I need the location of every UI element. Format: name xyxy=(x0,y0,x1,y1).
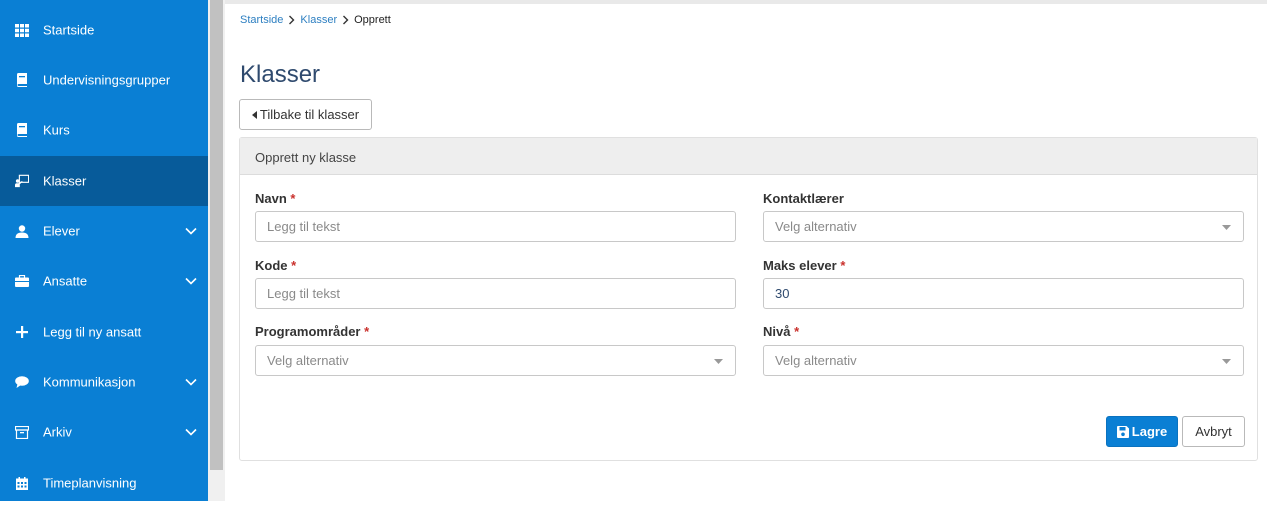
sidebar: Startside Undervisningsgrupper Kurs Klas… xyxy=(0,0,208,501)
sidebar-item-label: Klasser xyxy=(43,173,87,189)
chevron-down-icon[interactable] xyxy=(185,378,197,386)
sidebar-item-startside[interactable]: Startside xyxy=(0,5,208,55)
breadcrumb-home-link[interactable]: Startside xyxy=(240,14,283,26)
name-input[interactable]: Legg til tekst xyxy=(255,211,736,242)
breadcrumb: Startside Klasser Opprett xyxy=(240,14,391,26)
cancel-button-label: Avbryt xyxy=(1195,424,1232,439)
sidebar-item-undervisningsgrupper[interactable]: Undervisningsgrupper xyxy=(0,55,208,105)
name-label: Navn * xyxy=(255,191,295,206)
sidebar-item-ansatte[interactable]: Ansatte xyxy=(0,256,208,306)
required-mark: * xyxy=(840,258,846,273)
top-divider xyxy=(225,0,1267,4)
sidebar-item-kommunikasjon[interactable]: Kommunikasjon xyxy=(0,357,208,407)
max-students-label: Maks elever * xyxy=(763,258,845,273)
sidebar-item-arkiv[interactable]: Arkiv xyxy=(0,407,208,457)
required-mark: * xyxy=(290,191,296,206)
level-select-placeholder: Velg alternativ xyxy=(775,353,857,368)
code-label: Kode * xyxy=(255,258,296,273)
programs-label: Programområder * xyxy=(255,324,369,339)
contact-teacher-label: Kontaktlærer xyxy=(763,191,844,206)
name-label-text: Navn xyxy=(255,191,287,206)
plus-icon xyxy=(15,325,29,339)
sidebar-item-label: Legg til ny ansatt xyxy=(43,324,142,340)
sidebar-item-label: Kurs xyxy=(43,122,70,138)
sidebar-item-label: Kommunikasjon xyxy=(43,374,136,390)
book-icon xyxy=(15,123,29,137)
classroom-icon xyxy=(15,174,29,188)
create-class-panel: Opprett ny klasse Navn * Legg til tekst … xyxy=(239,137,1258,461)
max-students-input[interactable]: 30 xyxy=(763,278,1244,309)
caret-down-icon xyxy=(1222,359,1231,364)
caret-down-icon xyxy=(714,359,723,364)
chevron-down-icon[interactable] xyxy=(185,277,197,285)
sidebar-item-legg-til-ny-ansatt[interactable]: Legg til ny ansatt xyxy=(0,307,208,357)
programs-select-placeholder: Velg alternativ xyxy=(267,353,349,368)
chevron-down-icon[interactable] xyxy=(185,227,197,235)
cancel-button[interactable]: Avbryt xyxy=(1182,416,1245,447)
code-input-placeholder: Legg til tekst xyxy=(267,286,340,301)
sidebar-item-label: Undervisningsgrupper xyxy=(43,72,171,88)
sidebar-item-kurs[interactable]: Kurs xyxy=(0,105,208,155)
sidebar-item-label: Arkiv xyxy=(43,424,72,440)
chevron-right-icon xyxy=(343,15,349,25)
max-students-value: 30 xyxy=(775,286,790,301)
name-input-placeholder: Legg til tekst xyxy=(267,219,340,234)
calendar-icon xyxy=(15,476,29,490)
caret-left-icon xyxy=(251,110,257,119)
chevron-down-icon[interactable] xyxy=(185,428,197,436)
required-mark: * xyxy=(794,324,800,339)
sidebar-scrollbar[interactable] xyxy=(208,0,225,501)
save-button-label: Lagre xyxy=(1131,424,1168,439)
caret-down-icon xyxy=(1222,225,1231,230)
back-to-classes-button[interactable]: Tilbake til klasser xyxy=(239,99,372,130)
back-button-label: Tilbake til klasser xyxy=(259,107,360,122)
scrollbar-thumb[interactable] xyxy=(210,0,223,470)
page-title: Klasser xyxy=(240,61,321,88)
floppy-disk-icon xyxy=(1116,425,1129,438)
contact-teacher-select-placeholder: Velg alternativ xyxy=(775,219,857,234)
briefcase-icon xyxy=(15,274,29,288)
level-select[interactable]: Velg alternativ xyxy=(763,345,1244,376)
main-content: Startside Klasser Opprett Klasser Tilbak… xyxy=(225,0,1267,501)
panel-header: Opprett ny klasse xyxy=(240,138,1257,175)
grid-icon xyxy=(15,23,29,37)
code-input[interactable]: Legg til tekst xyxy=(255,278,736,309)
book-icon xyxy=(15,73,29,87)
level-label-text: Nivå xyxy=(763,324,791,339)
contact-teacher-select[interactable]: Velg alternativ xyxy=(763,211,1244,242)
required-mark: * xyxy=(291,258,297,273)
max-students-label-text: Maks elever xyxy=(763,258,837,273)
code-label-text: Kode xyxy=(255,258,288,273)
chat-bubble-icon xyxy=(15,375,29,389)
programs-select[interactable]: Velg alternativ xyxy=(255,345,736,376)
sidebar-item-label: Timeplanvisning xyxy=(43,475,137,491)
required-mark: * xyxy=(364,324,370,339)
level-label: Nivå * xyxy=(763,324,799,339)
chevron-right-icon xyxy=(289,15,295,25)
contact-teacher-label-text: Kontaktlærer xyxy=(763,191,844,206)
student-icon xyxy=(15,224,29,238)
programs-label-text: Programområder xyxy=(255,324,361,339)
sidebar-item-label: Ansatte xyxy=(43,273,88,289)
sidebar-item-label: Startside xyxy=(43,22,95,38)
sidebar-item-elever[interactable]: Elever xyxy=(0,206,208,256)
sidebar-item-klasser[interactable]: Klasser xyxy=(0,156,208,206)
breadcrumb-current: Opprett xyxy=(354,14,391,26)
archive-box-icon xyxy=(15,425,29,439)
panel-title: Opprett ny klasse xyxy=(255,150,357,165)
breadcrumb-section-link[interactable]: Klasser xyxy=(300,14,337,26)
save-button[interactable]: Lagre xyxy=(1106,416,1178,447)
sidebar-item-label: Elever xyxy=(43,223,80,239)
